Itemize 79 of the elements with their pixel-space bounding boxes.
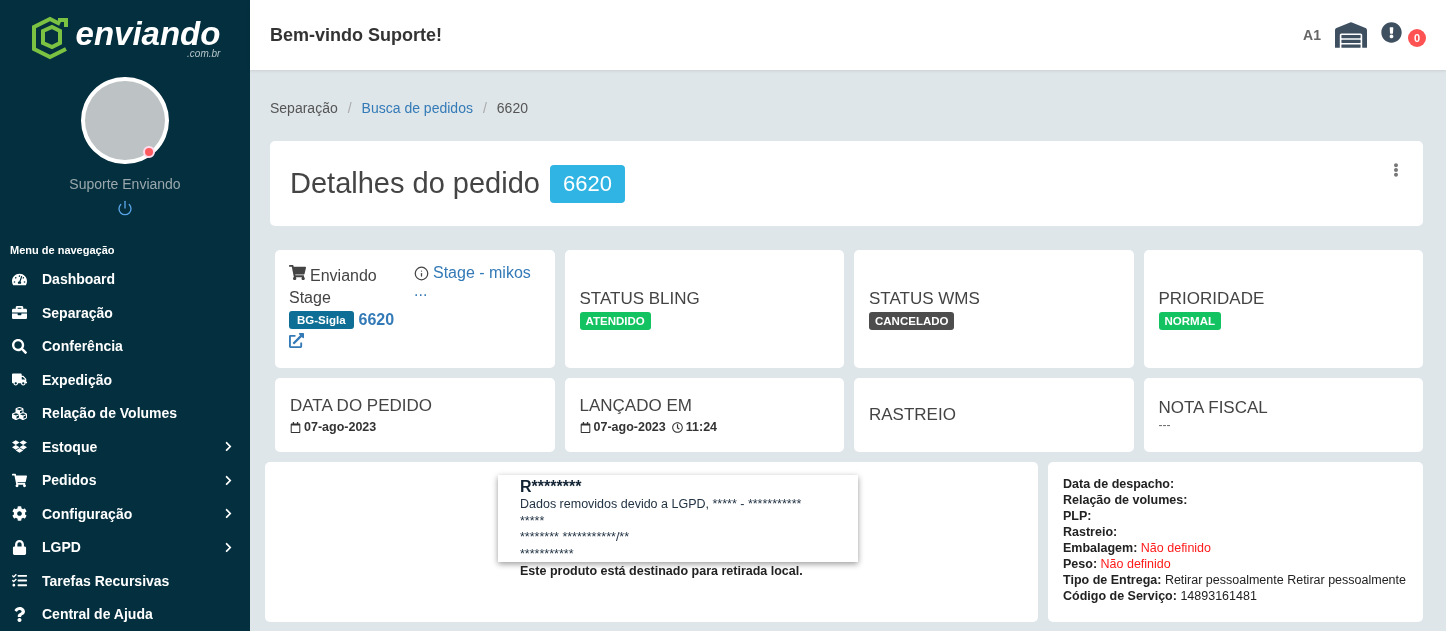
date-text: 07-ago-2023	[304, 420, 377, 434]
order-number: 6620	[358, 311, 395, 329]
store-name: Enviando Stage	[289, 267, 377, 306]
page-title: Detalhes do pedido	[290, 167, 540, 200]
nav-item[interactable]: Dashboard	[0, 262, 250, 296]
more-link[interactable]: ...	[414, 282, 428, 300]
card-label: RASTREIO	[869, 405, 957, 425]
address-line: ***********	[520, 545, 575, 562]
shipping-info: Embalagem: Não definido	[1063, 540, 1213, 556]
shipping-info: PLP:	[1063, 508, 1093, 524]
greeting: Bem-vindo Suporte!	[270, 24, 443, 46]
address-line: *****	[520, 512, 546, 529]
store-tag: BG-Sigla	[289, 311, 354, 329]
nav-item[interactable]: Estoque	[0, 429, 250, 464]
logo-icon	[29, 15, 70, 60]
shipping-info: Peso: Não definido	[1063, 556, 1172, 572]
time-text: 11:24	[685, 420, 718, 434]
order-badge: 6620	[549, 164, 625, 203]
brand-domain: .com.br	[187, 47, 221, 59]
card-label: STATUS WMS	[869, 288, 981, 309]
breadcrumb-item: Separação	[270, 100, 338, 116]
status-badge: ATENDIDO	[579, 311, 651, 330]
warehouse-code: A1	[1303, 27, 1321, 43]
status-badge: CANCELADO	[869, 311, 955, 330]
nav-item[interactable]: Pedidos	[0, 463, 250, 497]
nav-item[interactable]: Relação de Volumes	[0, 396, 250, 430]
cart-icon	[289, 264, 306, 281]
status-badge: NORMAL	[1158, 311, 1221, 330]
card-label: DATA DO PEDIDO	[290, 396, 433, 416]
nav-item[interactable]: Conferência	[0, 329, 250, 363]
cart-icon	[12, 472, 27, 488]
card-label: PRIORIDADE	[1158, 288, 1266, 309]
lock-icon	[12, 539, 27, 555]
address-line: Dados removidos devido a LGPD, ***** - ***********	[520, 496, 803, 513]
settings-icon	[12, 506, 27, 522]
nav-item[interactable]: Configuração	[0, 496, 250, 531]
shipping-info: Código de Serviço: 14893161481	[1063, 588, 1258, 604]
card-label: NOTA FISCAL	[1158, 398, 1269, 418]
nav-item[interactable]: Central de Ajuda	[0, 597, 250, 631]
customer-name: R********	[520, 478, 583, 496]
alert-count: 0	[1408, 29, 1426, 47]
user-name: Suporte Enviando	[68, 176, 182, 193]
calendar-icon	[579, 421, 591, 433]
nav-item[interactable]: LGPD	[0, 530, 250, 564]
cubes-icon	[12, 405, 27, 421]
shipping-info: Relação de volumes:	[1063, 492, 1189, 508]
card-label: STATUS BLING	[579, 288, 701, 309]
value-text: ---	[1158, 418, 1172, 432]
nav-item[interactable]: Expedição	[0, 362, 250, 397]
checklist-icon	[12, 573, 27, 589]
breadcrumb-separator: /	[347, 100, 352, 116]
truck-icon	[12, 372, 27, 388]
shipping-info: Data de despacho:	[1063, 476, 1176, 492]
nav-item[interactable]: Tarefas Recursivas	[0, 564, 250, 598]
alert-icon[interactable]	[1381, 21, 1402, 43]
nav-item[interactable]: Separação	[0, 295, 250, 330]
breadcrumb-item: 6620	[496, 100, 528, 116]
calendar-icon	[290, 421, 301, 433]
search-icon	[12, 338, 27, 354]
breadcrumb-separator: /	[482, 100, 487, 116]
external-link-icon[interactable]	[289, 333, 304, 348]
power-icon[interactable]	[117, 200, 133, 217]
nav-heading: Menu de navegação	[9, 243, 116, 259]
breadcrumb-link[interactable]: Busca de pedidos	[361, 100, 473, 116]
date-text: 07-ago-2023	[593, 420, 666, 434]
card-label: LANÇADO EM	[579, 396, 693, 416]
pickup-note: Este produto está destinado para retirada local.	[520, 564, 804, 578]
shipping-info: Rastreio:	[1063, 524, 1119, 540]
dashboard-icon	[12, 271, 27, 287]
box-icon	[12, 439, 27, 455]
briefcase-icon	[12, 305, 27, 321]
clock-icon	[671, 421, 683, 433]
question-icon	[12, 606, 27, 622]
brand-name: enviando	[75, 16, 221, 50]
integration-link[interactable]: Stage - mikos	[433, 264, 531, 282]
address-line: ******** ***********/**	[520, 529, 631, 546]
shipping-info: Tipo de Entrega: Retirar pessoalmente Retirar pessoalmente	[1063, 572, 1407, 588]
warehouse-icon[interactable]	[1335, 19, 1367, 51]
info-icon	[414, 265, 429, 281]
